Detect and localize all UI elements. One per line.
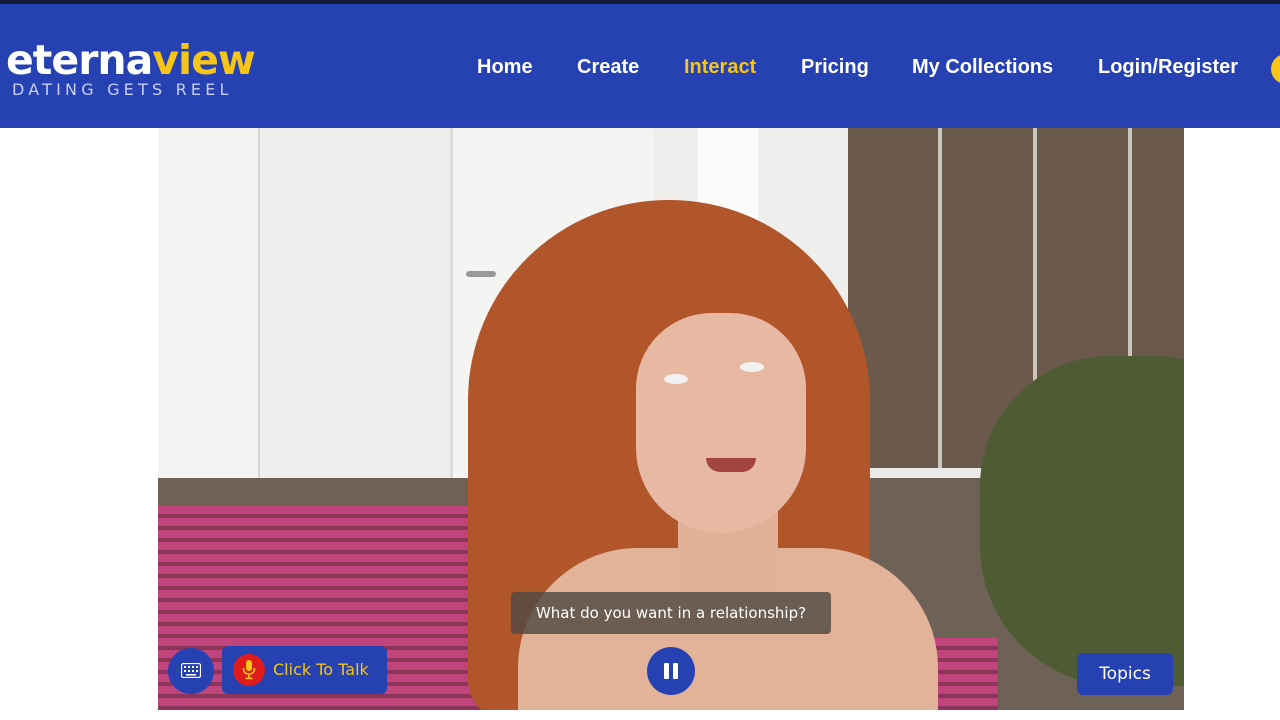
person-eye-right: [740, 362, 764, 372]
keyboard-button[interactable]: [168, 648, 214, 694]
pause-icon-bar: [673, 663, 678, 679]
nav-pricing[interactable]: Pricing: [801, 56, 869, 79]
site-header: eternaview DATING GETS REEL Home Create …: [0, 0, 1280, 128]
main-nav: Home Create Interact Pricing My Collecti…: [0, 56, 1280, 86]
nav-login-register[interactable]: Login/Register: [1098, 56, 1238, 79]
click-to-talk-button[interactable]: Click To Talk: [222, 646, 387, 694]
keyboard-icon: [181, 663, 201, 678]
person-eye-left: [664, 374, 688, 384]
person-mouth: [706, 458, 756, 472]
nav-create[interactable]: Create: [577, 56, 639, 79]
nav-interact[interactable]: Interact: [684, 56, 756, 79]
question-caption: What do you want in a relationship?: [511, 592, 831, 634]
microphone-icon: [233, 654, 265, 686]
pause-icon: [664, 663, 669, 679]
door-handle: [466, 271, 496, 277]
person-face: [636, 313, 806, 533]
nav-my-collections[interactable]: My Collections: [912, 56, 1053, 79]
topics-button[interactable]: Topics: [1077, 653, 1173, 695]
video-player[interactable]: What do you want in a relationship? Clic…: [158, 128, 1184, 710]
nav-home[interactable]: Home: [477, 56, 533, 79]
wardrobe-seam: [938, 128, 942, 468]
click-to-talk-label: Click To Talk: [273, 660, 369, 679]
pause-button[interactable]: [647, 647, 695, 695]
